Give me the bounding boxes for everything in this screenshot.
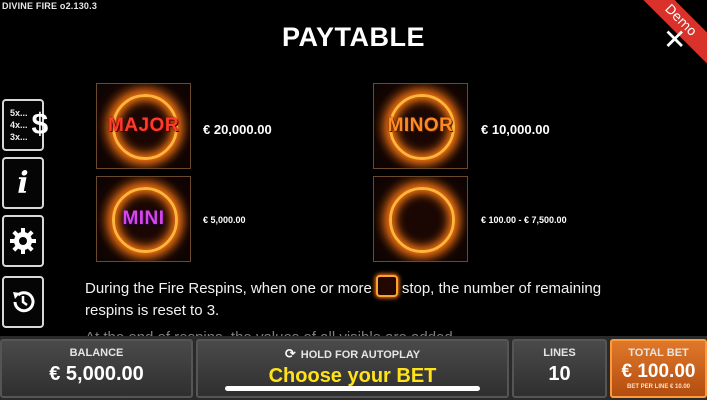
dollar-icon: $ — [31, 108, 49, 141]
mini-symbol-label: MINI — [122, 208, 165, 229]
total-bet-button[interactable]: TOTAL BET € 100.00 BET PER LINE € 10.00 — [610, 339, 707, 398]
fire-ring-icon — [388, 187, 455, 253]
lines-label: LINES — [543, 347, 576, 359]
info-icon: i — [17, 165, 29, 201]
autoplay-label: HOLD FOR AUTOPLAY — [300, 348, 421, 361]
gear-icon — [10, 228, 36, 254]
total-bet-value: € 100.00 — [621, 361, 696, 382]
game-version: DIVINE FIRE o2.130.3 — [2, 1, 98, 11]
bet-per-line: BET PER LINE € 10.00 — [626, 384, 691, 390]
page-title: PAYTABLE — [281, 22, 426, 52]
fire-ring-symbol — [373, 176, 468, 262]
lines-panel[interactable]: LINES 10 — [512, 339, 607, 398]
minor-symbol: MINOR — [373, 83, 468, 169]
major-symbol-label: MAJOR — [107, 115, 180, 136]
feature-description: During the Fire Respins, when one or mor… — [85, 275, 625, 322]
history-button[interactable] — [2, 276, 44, 328]
minor-symbol-label: MINOR — [387, 115, 454, 136]
paytable-button[interactable]: 5x... 4x... 3x... $ — [2, 99, 48, 151]
balance-panel: BALANCE € 5,000.00 — [0, 339, 193, 398]
settings-button[interactable] — [2, 215, 44, 267]
choose-bet-label: Choose your BET — [268, 365, 437, 387]
fire-ring-icon — [375, 275, 398, 297]
major-prize: € 20,000.00 — [203, 122, 272, 137]
history-icon — [13, 291, 35, 313]
home-indicator[interactable] — [225, 386, 480, 391]
major-symbol: MAJOR — [96, 83, 191, 169]
mini-prize: € 5,000.00 — [203, 215, 246, 225]
total-bet-label: TOTAL BET — [628, 347, 689, 359]
mini-symbol: MINI — [96, 176, 191, 262]
fire-ring-prize: € 100.00 - € 7,500.00 — [481, 215, 567, 225]
minor-prize: € 10,000.00 — [481, 122, 550, 137]
info-button[interactable]: i — [2, 157, 44, 209]
balance-label: BALANCE — [69, 347, 124, 359]
autoplay-icon: ⟳ — [284, 347, 296, 362]
paytable-multipliers: 5x... 4x... 3x... — [10, 108, 28, 142]
balance-value: € 5,000.00 — [49, 363, 144, 385]
lines-value: 10 — [548, 363, 571, 385]
